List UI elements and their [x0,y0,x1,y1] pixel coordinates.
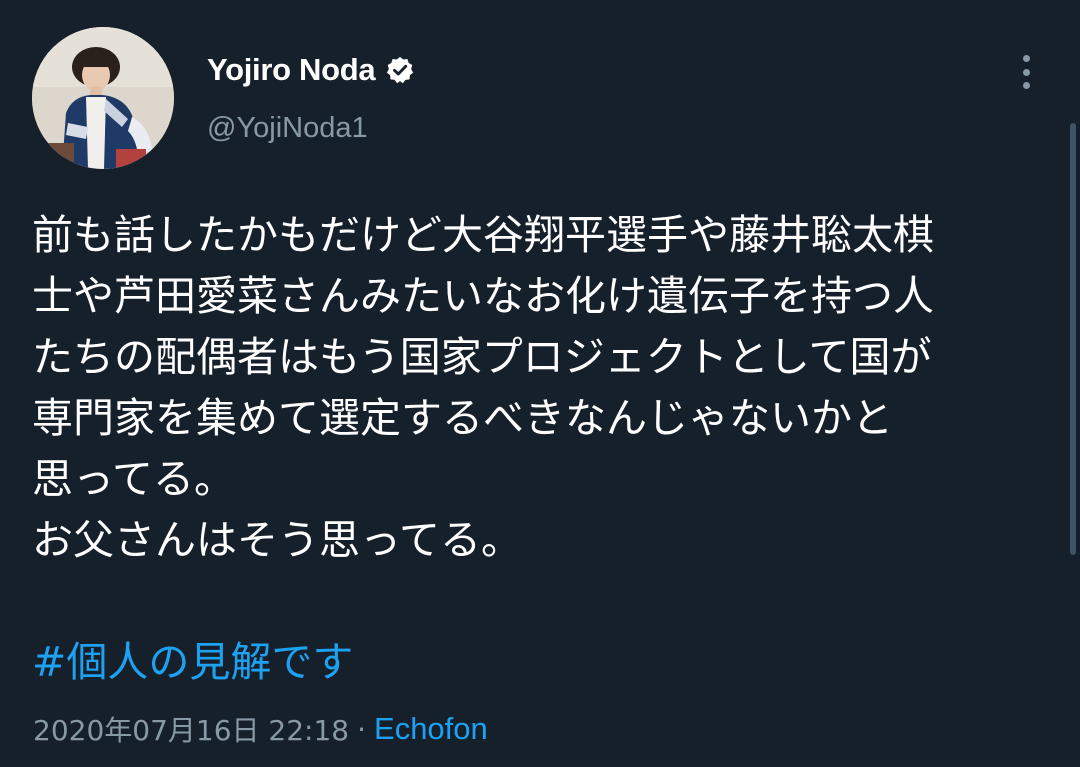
more-dot [1022,55,1030,62]
display-name-row[interactable]: Yojiro Noda [207,50,415,90]
hashtag-link[interactable]: #個人の見解です [32,632,353,693]
tweet-line: お父さんはそう思ってる。 [32,516,522,564]
scrollbar[interactable] [1070,123,1076,555]
tweet-source-link[interactable]: Echofon [374,711,488,747]
tweet-line: 専門家を集めて選定するべきなんじゃないかと [32,394,893,442]
more-dot [1022,82,1030,89]
tweet-line: たちの配偶者はもう国家プロジェクトとして国が [32,333,932,381]
user-handle[interactable]: @YojiNoda1 [207,112,368,145]
more-vertical-icon[interactable] [1012,52,1040,92]
tweet-text: 前も話したかもだけど大谷翔平選手や藤井聡太棋 士や芦田愛菜さんみたいなお化け遺伝… [32,205,1047,571]
tweet-line: 士や芦田愛菜さんみたいなお化け遺伝子を持つ人 [32,272,934,320]
tweet-line: 思ってる。 [32,455,235,503]
tweet-meta: 2020年07月16日 22:18 · Echofon [33,709,488,749]
avatar[interactable] [32,27,174,169]
meta-separator: · [357,712,367,746]
tweet-line: 前も話したかもだけど大谷翔平選手や藤井聡太棋 [32,211,934,259]
verified-badge-icon [385,55,415,85]
avatar-image [32,27,174,169]
more-dot [1022,68,1030,76]
display-name[interactable]: Yojiro Noda [207,52,376,88]
tweet-timestamp[interactable]: 2020年07月16日 22:18 [33,709,349,749]
